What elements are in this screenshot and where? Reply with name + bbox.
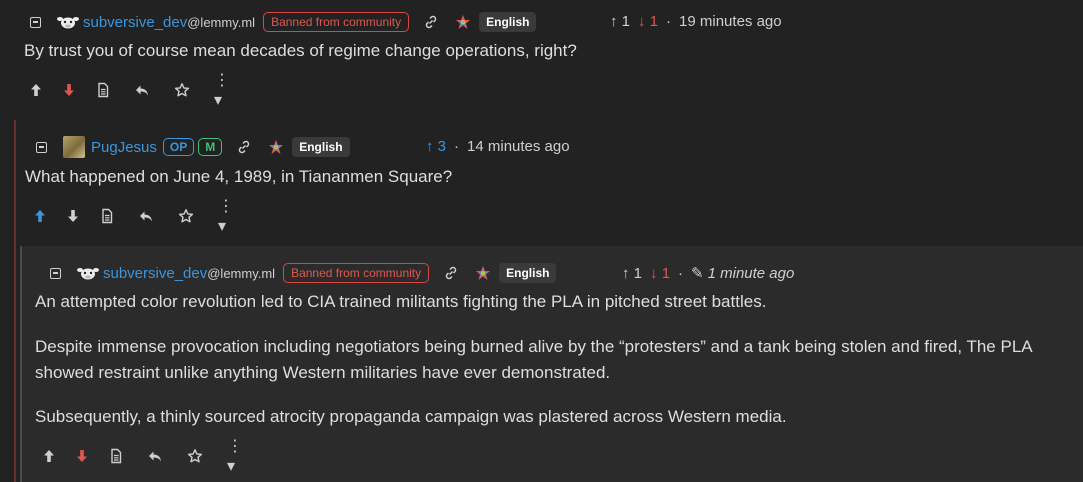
comment-paragraph: Subsequently, a thinly sourced atrocity … <box>35 407 787 426</box>
document-icon <box>99 208 115 224</box>
star-icon <box>178 208 194 224</box>
timestamp: 1 minute ago <box>707 264 795 282</box>
downvote-button[interactable] <box>72 446 92 466</box>
comment-body: What happened on June 4, 1989, in Tianan… <box>25 164 452 190</box>
view-source-button[interactable] <box>106 446 126 466</box>
comment-text: What happened on June 4, 1989, in Tianan… <box>25 167 453 186</box>
user-instance: @lemmy.ml <box>187 14 256 30</box>
timestamp: 14 minutes ago <box>467 138 570 155</box>
downvote-count: ↓ 1 <box>638 13 659 30</box>
pencil-icon: ✎ <box>691 265 704 282</box>
upvote-count: ↑ 1 <box>622 264 643 282</box>
moderator-badge: M <box>198 138 223 156</box>
separator-dot: · <box>678 264 684 282</box>
upvote-count: ↑ 3 <box>426 138 447 155</box>
user-avatar-icon <box>77 264 99 282</box>
comment-header: PugJesus OP M English <box>36 135 350 159</box>
more-options-button[interactable]: ⋮ ▾ <box>214 72 242 109</box>
more-options-icon: ⋮ ▾ <box>218 198 234 235</box>
more-options-button[interactable]: ⋮ ▾ <box>227 438 255 475</box>
collapse-button[interactable] <box>30 16 41 28</box>
more-options-button[interactable]: ⋮ ▾ <box>218 198 246 235</box>
op-badge: OP <box>162 138 195 156</box>
more-options-icon: ⋮ ▾ <box>227 438 243 475</box>
document-icon <box>95 82 111 98</box>
document-icon <box>108 448 124 464</box>
vote-summary: ↑ 1 ↓ 1 · 19 minutes ago <box>610 13 782 30</box>
link-icon[interactable] <box>423 14 439 30</box>
user-avatar <box>63 136 85 158</box>
reply-icon <box>134 82 150 98</box>
star-icon <box>187 448 203 464</box>
username-link[interactable]: subversive_dev <box>103 265 207 282</box>
language-icon <box>268 139 284 155</box>
comment-paragraph: Despite immense provocation including ne… <box>35 337 1032 382</box>
banned-badge: Banned from community <box>263 12 410 32</box>
view-source-button[interactable] <box>93 80 113 100</box>
comment-paragraph: An attempted color revolution led to CIA… <box>35 292 767 311</box>
reply-button[interactable] <box>136 206 156 226</box>
language-badge: English <box>292 137 350 157</box>
language-badge: English <box>499 263 557 283</box>
comment-header: subversive_dev @lemmy.ml Banned from com… <box>30 10 537 34</box>
banned-badge: Banned from community <box>283 263 430 283</box>
save-button[interactable] <box>172 80 192 100</box>
collapse-button[interactable] <box>36 141 47 153</box>
upvote-button[interactable] <box>26 80 46 100</box>
separator-dot: · <box>454 138 460 155</box>
upvote-button[interactable] <box>39 446 59 466</box>
language-badge: English <box>479 12 537 32</box>
separator-dot: · <box>666 13 672 30</box>
language-icon <box>455 14 471 30</box>
username-link[interactable]: subversive_dev <box>83 14 187 31</box>
downvote-button[interactable] <box>59 80 79 100</box>
star-icon <box>174 82 190 98</box>
comment-1: subversive_dev @lemmy.ml Banned from com… <box>0 0 1083 116</box>
comment-actions: ⋮ ▾ <box>26 72 242 109</box>
collapse-button[interactable] <box>50 267 61 279</box>
username-link[interactable]: PugJesus <box>91 139 157 156</box>
save-button[interactable] <box>185 446 205 466</box>
arrow-up-icon <box>28 82 44 98</box>
link-icon[interactable] <box>236 139 252 155</box>
language-icon <box>475 265 491 281</box>
user-instance: @lemmy.ml <box>207 265 276 281</box>
reply-icon <box>138 208 154 224</box>
user-avatar-icon <box>57 13 79 31</box>
comment-2: PugJesus OP M English ↑ 3 · 14 minutes a… <box>14 120 1083 242</box>
save-button[interactable] <box>176 206 196 226</box>
comment-header: subversive_dev @lemmy.ml Banned from com… <box>50 261 557 285</box>
comment-body: An attempted color revolution led to CIA… <box>35 289 1075 430</box>
timestamp: 19 minutes ago <box>679 13 782 30</box>
vote-summary: ↑ 3 · 14 minutes ago <box>426 138 570 155</box>
more-options-icon: ⋮ ▾ <box>214 72 230 109</box>
vote-summary: ↑ 1 ↓ 1 · ✎ 1 minute ago <box>622 264 795 283</box>
thread-rail <box>14 242 16 482</box>
upvote-count: ↑ 1 <box>610 13 631 30</box>
comment-actions: ⋮ ▾ <box>39 438 255 475</box>
arrow-down-icon <box>65 208 81 224</box>
upvote-button[interactable] <box>30 206 50 226</box>
arrow-down-icon <box>61 82 77 98</box>
comment-body: By trust you of course mean decades of r… <box>24 38 577 64</box>
downvote-count: ↓ 1 <box>650 264 671 282</box>
view-source-button[interactable] <box>97 206 117 226</box>
comment-text: By trust you of course mean decades of r… <box>24 41 577 60</box>
reply-button[interactable] <box>145 446 165 466</box>
arrow-down-icon <box>74 448 90 464</box>
reply-button[interactable] <box>132 80 152 100</box>
reply-icon <box>147 448 163 464</box>
link-icon[interactable] <box>443 265 459 281</box>
downvote-button[interactable] <box>63 206 83 226</box>
arrow-up-icon <box>41 448 57 464</box>
arrow-up-icon <box>32 208 48 224</box>
comment-3: subversive_dev @lemmy.ml Banned from com… <box>20 246 1083 482</box>
comment-actions: ⋮ ▾ <box>30 198 246 235</box>
